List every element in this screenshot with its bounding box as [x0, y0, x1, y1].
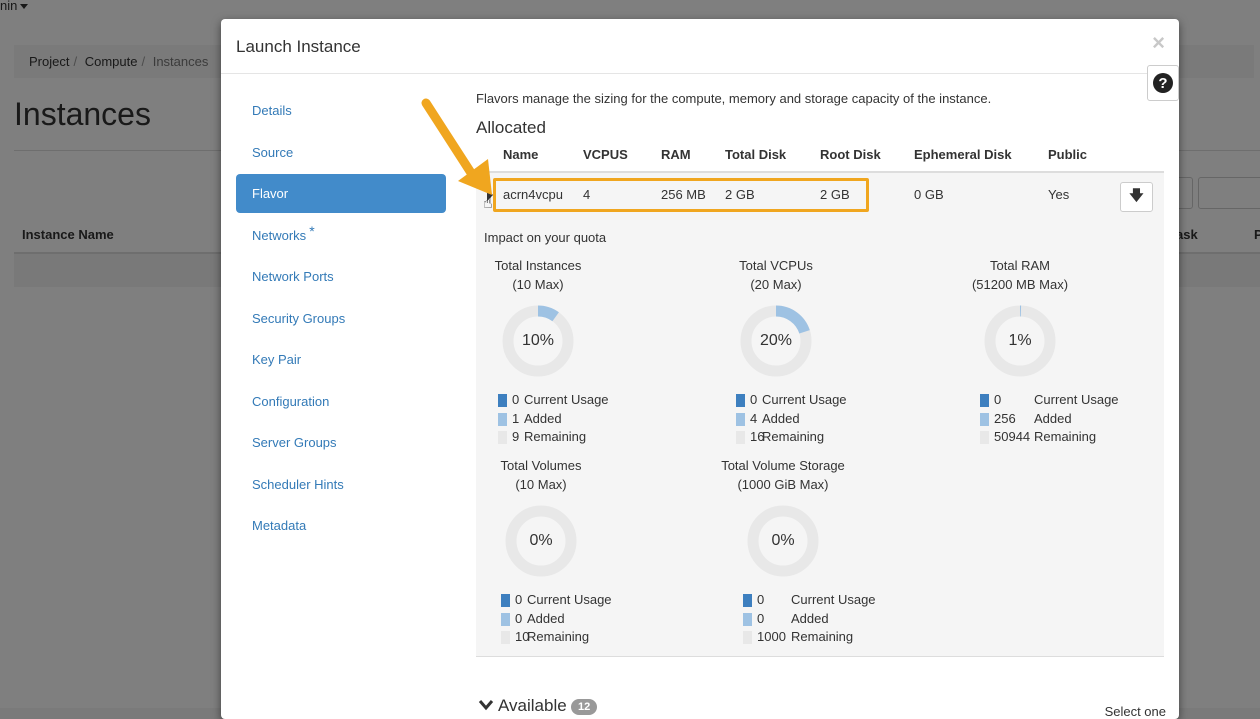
chart-max: (20 Max) — [750, 277, 802, 292]
nav-item-source[interactable]: Source — [236, 133, 446, 172]
flavor-root-disk: 2 GB — [820, 187, 850, 202]
select-one-hint: Select one — [1104, 704, 1166, 719]
donut-chart: 0% — [504, 504, 578, 578]
chart-max: (51200 MB Max) — [971, 277, 1069, 292]
legend-added: 1 Added — [498, 411, 698, 430]
chart-legend: 0 Current Usage 0 Added 1000 Remaining — [743, 592, 943, 648]
allocated-table: Name VCPUS RAM Total Disk Root Disk Ephe… — [476, 135, 1164, 221]
chart-max: (1000 GiB Max) — [737, 477, 829, 492]
nav-item-details[interactable]: Details — [236, 91, 446, 130]
donut-chart: 20% — [739, 304, 813, 378]
flavor-ephemeral-disk: 0 GB — [914, 187, 944, 202]
flavor-public: Yes — [1048, 187, 1070, 202]
deallocate-button[interactable]: 🡇 — [1120, 182, 1153, 212]
chart-max: (10 Max) — [515, 477, 567, 492]
donut-chart: 10% — [501, 304, 575, 378]
nav-item-network-ports[interactable]: Network Ports — [236, 257, 446, 296]
table-row[interactable]: ☝ acrn4vcpu 4 256 MB 2 GB 2 GB 0 GB Yes … — [476, 173, 1164, 221]
question-circle-icon: ? — [1153, 73, 1173, 93]
legend-remaining: 50944 Remaining — [980, 429, 1179, 448]
table-header: Name VCPUS RAM Total Disk Root Disk Ephe… — [476, 135, 1164, 173]
donut-percent: 10% — [521, 332, 555, 349]
nav-item-configuration[interactable]: Configuration — [236, 382, 446, 421]
arrow-down-icon: 🡇 — [1129, 187, 1144, 203]
donut-chart: 1% — [983, 304, 1057, 378]
launch-instance-modal: Launch Instance × ? Details Source Flavo… — [221, 19, 1179, 719]
chart-title: Total VCPUs — [739, 258, 813, 273]
flavor-name: acrn4vcpu — [503, 187, 563, 202]
quota-panel: Impact on your quota Total Instances (10 … — [476, 221, 1164, 657]
nav-item-flavor[interactable]: Flavor — [236, 174, 446, 213]
nav-item-security-groups[interactable]: Security Groups — [236, 299, 446, 338]
quota-chart-instances: Total Instances (10 Max) 10% 0 Current Usage… — [438, 256, 638, 448]
quota-chart-vcpus: Total VCPUs (20 Max) 20% 0 Current Usage 4 Add… — [676, 256, 876, 448]
help-button[interactable]: ? — [1147, 65, 1179, 101]
nav-item-networks[interactable]: Networks * — [236, 216, 446, 255]
chart-legend: 0 Current Usage 4 Added 16 Remaining — [736, 392, 936, 448]
donut-percent: 20% — [759, 332, 793, 349]
flavor-total-disk: 2 GB — [725, 187, 755, 202]
legend-used: 0 Current Usage — [501, 592, 701, 611]
legend-added: 4 Added — [736, 411, 936, 430]
chevron-down-icon — [478, 700, 494, 711]
column-header-vcpus[interactable]: VCPUS — [583, 147, 628, 162]
legend-remaining: 16 Remaining — [736, 429, 936, 448]
column-header-ephemeral-disk[interactable]: Ephemeral Disk — [914, 147, 1012, 162]
chart-legend: 0 Current Usage 1 Added 9 Remaining — [498, 392, 698, 448]
wizard-nav: Details Source Flavor Networks * Network … — [236, 91, 446, 548]
donut-chart: 0% — [746, 504, 820, 578]
intro-text: Flavors manage the sizing for the comput… — [476, 91, 992, 106]
available-count-badge: 12 — [571, 699, 598, 715]
legend-used: 0 Current Usage — [980, 392, 1179, 411]
column-header-root-disk[interactable]: Root Disk — [820, 147, 881, 162]
chart-title: Total RAM — [990, 258, 1050, 273]
legend-added: 0 Added — [501, 611, 701, 630]
donut-percent: 0% — [771, 532, 795, 549]
legend-used: 0 Current Usage — [743, 592, 943, 611]
donut-percent: 0% — [529, 532, 553, 549]
chart-legend: 0 Current Usage 256 Added 50944 Remaining — [980, 392, 1179, 448]
annotation-arrow — [421, 98, 492, 195]
chart-max: (10 Max) — [512, 277, 564, 292]
chart-title: Total Volume Storage — [721, 458, 845, 473]
legend-remaining: 10 Remaining — [501, 629, 701, 648]
nav-item-scheduler-hints[interactable]: Scheduler Hints — [236, 465, 446, 504]
legend-remaining: 1000 Remaining — [743, 629, 943, 648]
quota-chart-volumes: Total Volumes (10 Max) 0% 0 Current Usage 0 Ad… — [441, 456, 641, 648]
legend-added: 0 Added — [743, 611, 943, 630]
available-section-header[interactable]: Available 12 Select one — [476, 694, 1166, 719]
column-header-name[interactable]: Name — [503, 147, 538, 162]
chart-title: Total Instances — [494, 258, 582, 273]
column-header-total-disk[interactable]: Total Disk — [725, 147, 786, 162]
required-marker: * — [309, 222, 315, 239]
legend-added: 256 Added — [980, 411, 1179, 430]
donut-percent: 1% — [1008, 332, 1032, 349]
quota-chart-ram: Total RAM (51200 MB Max) 1% 0 Current Usage 2… — [920, 256, 1120, 448]
quota-chart-volume-storage: Total Volume Storage (1000 GiB Max) 0% 0 Cur… — [683, 456, 883, 648]
flavor-ram: 256 MB — [661, 187, 706, 202]
close-icon[interactable]: × — [1152, 30, 1165, 56]
legend-remaining: 9 Remaining — [498, 429, 698, 448]
quota-heading: Impact on your quota — [484, 230, 607, 245]
chart-legend: 0 Current Usage 0 Added 10 Remaining — [501, 592, 701, 648]
available-title: Available — [498, 696, 567, 715]
column-header-public[interactable]: Public — [1048, 147, 1087, 162]
nav-item-server-groups[interactable]: Server Groups — [236, 423, 446, 462]
legend-used: 0 Current Usage — [736, 392, 936, 411]
column-header-ram[interactable]: RAM — [661, 147, 691, 162]
modal-header: Launch Instance × — [221, 19, 1179, 74]
chart-title: Total Volumes — [500, 458, 582, 473]
modal-title: Launch Instance — [236, 37, 361, 56]
nav-item-metadata[interactable]: Metadata — [236, 506, 446, 545]
nav-item-key-pair[interactable]: Key Pair — [236, 340, 446, 379]
flavor-vcpus: 4 — [583, 187, 591, 202]
legend-used: 0 Current Usage — [498, 392, 698, 411]
